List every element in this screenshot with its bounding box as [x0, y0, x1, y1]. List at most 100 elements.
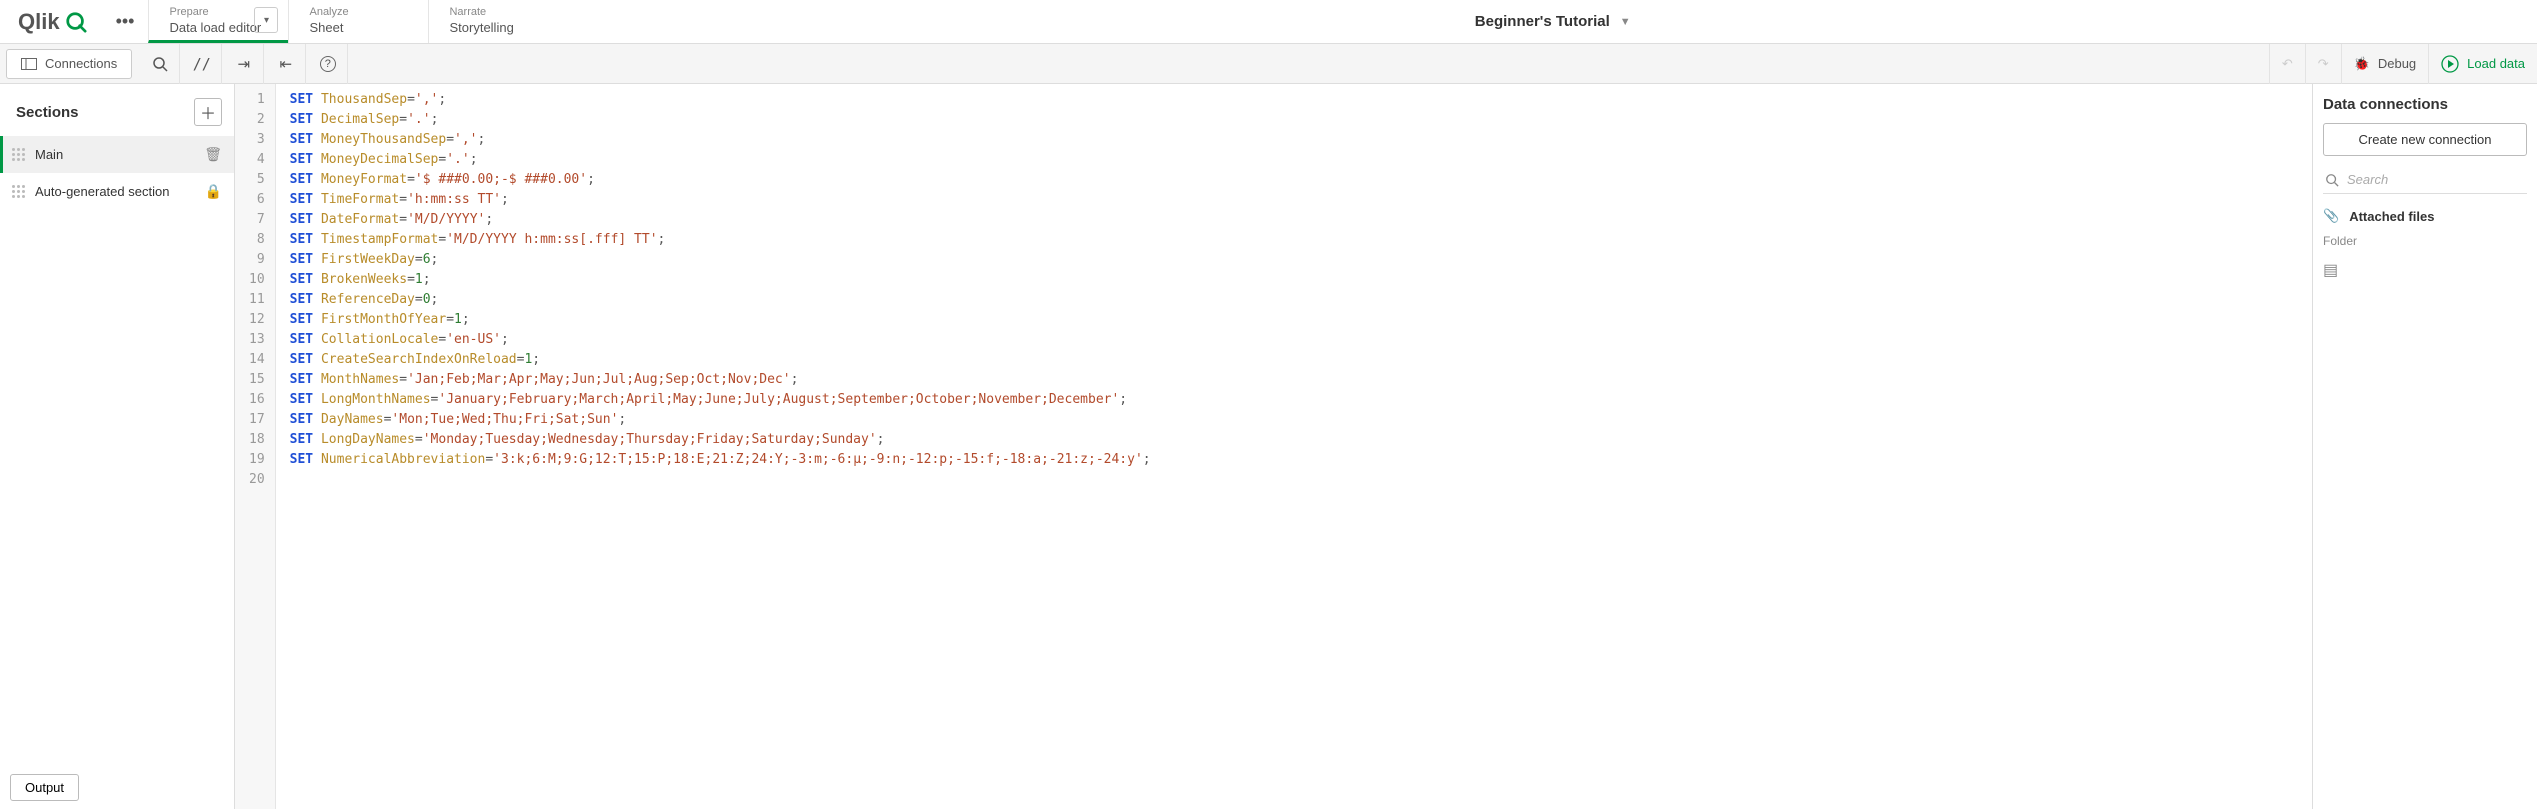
attached-files-label: Attached files — [2349, 209, 2434, 224]
add-section-button[interactable]: ＋ — [194, 98, 222, 126]
code-line[interactable]: SET DateFormat='M/D/YYYY'; — [290, 210, 1151, 230]
lock-icon: 🔒 — [205, 183, 222, 199]
nav-tab-sheet[interactable]: AnalyzeSheet — [288, 0, 428, 43]
line-number: 11 — [249, 290, 265, 310]
code-line[interactable]: SET LongMonthNames='January;February;Mar… — [290, 390, 1151, 410]
code-line[interactable]: SET MonthNames='Jan;Feb;Mar;Apr;May;Jun;… — [290, 370, 1151, 390]
code-line[interactable]: SET ReferenceDay=0; — [290, 290, 1151, 310]
tab-super: Analyze — [309, 6, 408, 19]
code-line[interactable] — [290, 470, 1151, 490]
section-label: Auto-generated section — [35, 184, 169, 199]
line-number: 19 — [249, 450, 265, 470]
search-button[interactable] — [140, 44, 180, 84]
attached-files-header[interactable]: 📎 Attached files — [2323, 208, 2527, 224]
line-number-gutter: 1234567891011121314151617181920 — [235, 84, 276, 809]
code-line[interactable]: SET FirstWeekDay=6; — [290, 250, 1151, 270]
connections-button[interactable]: Connections — [6, 49, 132, 79]
code-line[interactable]: SET TimestampFormat='M/D/YYYY h:mm:ss[.f… — [290, 230, 1151, 250]
nav-tab-storytelling[interactable]: NarrateStorytelling — [428, 0, 568, 43]
chevron-down-icon: ▾ — [264, 15, 269, 26]
line-number: 15 — [249, 370, 265, 390]
line-number: 3 — [249, 130, 265, 150]
line-number: 9 — [249, 250, 265, 270]
tab-label: Sheet — [309, 19, 408, 37]
line-number: 4 — [249, 150, 265, 170]
load-data-button[interactable]: Load data — [2428, 44, 2537, 84]
line-number: 6 — [249, 190, 265, 210]
indent-icon: ⇥ — [237, 55, 250, 73]
drag-handle-icon[interactable] — [12, 185, 25, 198]
app-name-dropdown[interactable]: Beginner's Tutorial ▼ — [568, 0, 2537, 43]
folder-label: Folder — [2323, 234, 2527, 248]
code-line[interactable]: SET DecimalSep='.'; — [290, 110, 1151, 130]
redo-button[interactable]: ↷ — [2305, 44, 2341, 84]
tab-super: Narrate — [449, 6, 548, 19]
debug-button[interactable]: 🐞 Debug — [2341, 44, 2429, 84]
outdent-button[interactable]: ⇤ — [266, 44, 306, 84]
comment-icon: // — [193, 55, 211, 73]
search-icon — [2325, 173, 2339, 187]
line-number: 10 — [249, 270, 265, 290]
code-line[interactable]: SET LongDayNames='Monday;Tuesday;Wednesd… — [290, 430, 1151, 450]
line-number: 16 — [249, 390, 265, 410]
search-icon — [152, 56, 168, 72]
line-number: 17 — [249, 410, 265, 430]
line-number: 7 — [249, 210, 265, 230]
help-button[interactable]: ? — [308, 44, 348, 84]
plus-icon: ＋ — [200, 100, 216, 124]
code-line[interactable]: SET MoneyFormat='$ ###0.00;-$ ###0.00'; — [290, 170, 1151, 190]
code-line[interactable]: SET CollationLocale='en-US'; — [290, 330, 1151, 350]
comment-toggle-button[interactable]: // — [182, 44, 222, 84]
line-number: 14 — [249, 350, 265, 370]
code-line[interactable]: SET CreateSearchIndexOnReload=1; — [290, 350, 1151, 370]
panel-icon — [21, 58, 37, 70]
chevron-down-icon: ▼ — [1620, 16, 1631, 28]
output-button[interactable]: Output — [10, 774, 79, 801]
nav-tab-data-load-editor[interactable]: PrepareData load editor▾ — [148, 0, 288, 43]
more-menu-button[interactable]: ••• — [102, 0, 149, 43]
trash-icon: 🗑 — [204, 146, 222, 162]
logo-text: Qlik — [18, 9, 60, 35]
load-data-label: Load data — [2467, 56, 2525, 71]
sections-title: Sections — [16, 104, 79, 121]
code-line[interactable]: SET MoneyThousandSep=','; — [290, 130, 1151, 150]
data-connections-panel: Data connections Create new connection 📎… — [2312, 84, 2537, 809]
select-data-button[interactable]: ▤ — [2323, 260, 2527, 280]
connection-search-input[interactable] — [2347, 172, 2525, 187]
code-line[interactable]: SET TimeFormat='h:mm:ss TT'; — [290, 190, 1151, 210]
main-area: Sections ＋ Main🗑Auto-generated section🔒 … — [0, 84, 2537, 809]
indent-button[interactable]: ⇥ — [224, 44, 264, 84]
script-editor[interactable]: 1234567891011121314151617181920 SET Thou… — [235, 84, 2312, 809]
outdent-icon: ⇤ — [279, 55, 292, 73]
connection-search[interactable] — [2323, 166, 2527, 194]
create-connection-button[interactable]: Create new connection — [2323, 123, 2527, 156]
locked-indicator: 🔒 — [205, 183, 222, 200]
section-item[interactable]: Main 🗑 — [0, 136, 234, 173]
code-line[interactable]: SET MoneyDecimalSep='.'; — [290, 150, 1151, 170]
connections-label: Connections — [45, 56, 117, 71]
code-line[interactable]: SET BrokenWeeks=1; — [290, 270, 1151, 290]
logo-q-icon — [64, 11, 88, 33]
undo-button[interactable]: ↶ — [2269, 44, 2305, 84]
tab-dropdown-button[interactable]: ▾ — [254, 7, 278, 33]
play-icon — [2441, 55, 2459, 73]
section-label: Main — [35, 147, 63, 162]
app-name-label: Beginner's Tutorial — [1475, 13, 1610, 30]
help-icon: ? — [320, 56, 336, 72]
code-line[interactable]: SET DayNames='Mon;Tue;Wed;Thu;Fri;Sat;Su… — [290, 410, 1151, 430]
line-number: 20 — [249, 470, 265, 490]
bug-icon: 🐞 — [2354, 56, 2370, 72]
topbar: Qlik ••• PrepareData load editor▾Analyze… — [0, 0, 2537, 44]
delete-section-button[interactable]: 🗑 — [204, 146, 222, 163]
script-content[interactable]: SET ThousandSep=',';SET DecimalSep='.';S… — [276, 84, 1165, 809]
line-number: 13 — [249, 330, 265, 350]
section-item[interactable]: Auto-generated section 🔒 — [0, 173, 234, 210]
line-number: 8 — [249, 230, 265, 250]
drag-handle-icon[interactable] — [12, 148, 25, 161]
code-line[interactable]: SET NumericalAbbreviation='3:k;6:M;9:G;1… — [290, 450, 1151, 470]
data-table-icon: ▤ — [2323, 262, 2338, 279]
code-line[interactable]: SET FirstMonthOfYear=1; — [290, 310, 1151, 330]
qlik-logo[interactable]: Qlik — [0, 0, 102, 43]
line-number: 12 — [249, 310, 265, 330]
code-line[interactable]: SET ThousandSep=','; — [290, 90, 1151, 110]
